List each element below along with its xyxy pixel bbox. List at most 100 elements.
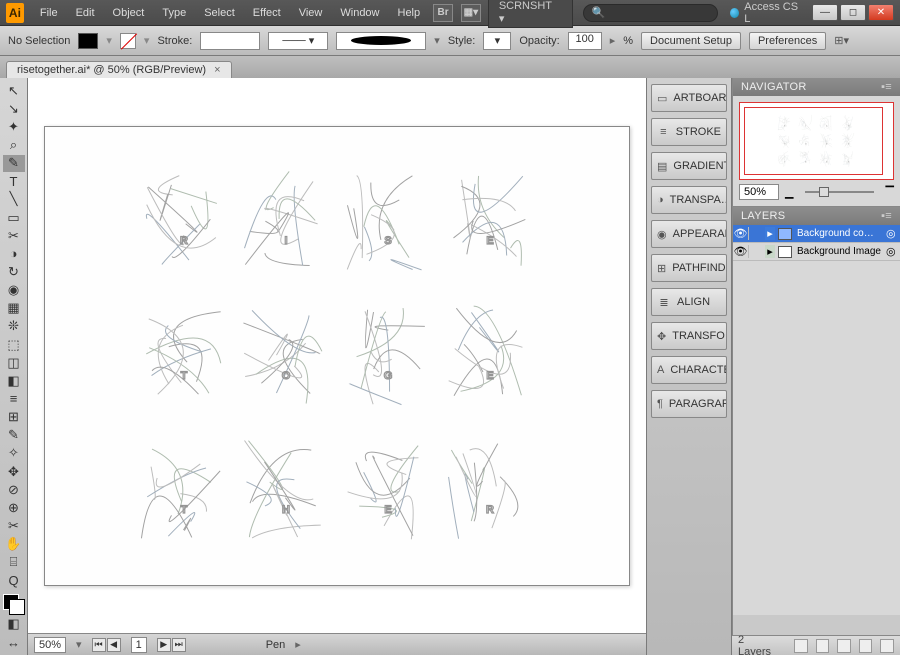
document-tab[interactable]: risetogether.ai* @ 50% (RGB/Preview) × bbox=[6, 61, 232, 78]
zoom-in-icon[interactable]: ▔ bbox=[886, 186, 894, 199]
tool-eyedropper[interactable]: ✧ bbox=[3, 445, 25, 462]
panel-button-stroke[interactable]: ≡STROKE bbox=[651, 118, 727, 146]
tool-screen-modes[interactable]: ↔ bbox=[3, 634, 25, 651]
layer-row[interactable]: 👁▸Background co…◎ bbox=[733, 225, 900, 243]
menu-type[interactable]: Type bbox=[154, 3, 194, 23]
menu-view[interactable]: View bbox=[291, 3, 331, 23]
panel-button-transfo[interactable]: ✥TRANSFO… bbox=[651, 322, 727, 350]
zoom-level-field[interactable]: 50% bbox=[34, 637, 66, 653]
stroke-weight-field[interactable] bbox=[200, 32, 260, 50]
artboard-nav[interactable]: ⏮◀ bbox=[92, 638, 121, 652]
artboard[interactable]: RISETOGETHER bbox=[44, 126, 630, 586]
tool-slice[interactable]: ✋ bbox=[3, 536, 25, 553]
menu-file[interactable]: File bbox=[32, 3, 66, 23]
make-clipping-mask-icon[interactable] bbox=[816, 639, 830, 653]
close-tab-icon[interactable]: × bbox=[214, 64, 220, 76]
layers-tab[interactable]: LAYERS bbox=[741, 210, 785, 222]
tool-rectangle[interactable]: ▭ bbox=[3, 209, 25, 226]
arrange-docs-button[interactable]: ▦▾ bbox=[461, 4, 481, 22]
tool-selection[interactable]: ↖ bbox=[3, 82, 25, 99]
fill-swatch[interactable] bbox=[78, 33, 98, 49]
workspace-switcher[interactable]: SCRNSHT ▾ bbox=[488, 0, 573, 28]
navigator-tab[interactable]: NAVIGATOR bbox=[741, 81, 807, 93]
menu-help[interactable]: Help bbox=[390, 3, 429, 23]
tool-direct-select[interactable]: ↘ bbox=[3, 100, 25, 117]
navigator-thumbnail[interactable]: RISETOGETHER bbox=[739, 102, 894, 180]
tool-color-modes[interactable]: ◧ bbox=[3, 616, 25, 633]
window-minimize[interactable]: — bbox=[812, 4, 838, 21]
menu-object[interactable]: Object bbox=[105, 3, 153, 23]
canvas-area[interactable]: RISETOGETHER 50% ▾ ⏮◀ 1 ▶⏭ Pen ▸ bbox=[28, 78, 646, 655]
tool-artboard[interactable]: ✂ bbox=[3, 517, 25, 534]
panel-icon: ≣ bbox=[657, 295, 671, 309]
tool-symbol-sprayer[interactable]: ⊘ bbox=[3, 481, 25, 498]
tool-lasso[interactable]: ⌕ bbox=[3, 136, 25, 153]
document-tab-label: risetogether.ai* @ 50% (RGB/Preview) bbox=[17, 64, 206, 76]
layer-row[interactable]: 👁▸Background Image◎ bbox=[733, 243, 900, 261]
zoom-slider[interactable] bbox=[805, 191, 873, 193]
tool-eraser[interactable]: ◉ bbox=[3, 282, 25, 299]
tool-blend[interactable]: ✥ bbox=[3, 463, 25, 480]
tool-pen[interactable]: ✎ bbox=[3, 155, 25, 172]
tool-graph[interactable]: ⊕ bbox=[3, 499, 25, 516]
tool-rotate[interactable]: ▦ bbox=[3, 300, 25, 317]
tool-paintbrush[interactable]: ✂ bbox=[3, 227, 25, 244]
menu-window[interactable]: Window bbox=[332, 3, 387, 23]
search-input[interactable]: 🔍 bbox=[583, 4, 719, 22]
visibility-icon[interactable]: 👁 bbox=[733, 227, 749, 240]
bridge-button[interactable]: Br bbox=[433, 4, 453, 22]
preferences-button[interactable]: Preferences bbox=[749, 32, 826, 50]
navigator-zoom-field[interactable]: 50% bbox=[739, 184, 779, 200]
panel-button-transpa[interactable]: ◑TRANSPA… bbox=[651, 186, 727, 214]
panel-button-appearan[interactable]: ◉APPEARAN… bbox=[651, 220, 727, 248]
tool-shape-builder[interactable]: ◧ bbox=[3, 372, 25, 389]
artboard-nav-fwd[interactable]: ▶⏭ bbox=[157, 638, 186, 652]
panel-menu-icon[interactable]: ▪≡ bbox=[881, 210, 892, 222]
tool-magic-wand[interactable]: ✦ bbox=[3, 118, 25, 135]
menu-select[interactable]: Select bbox=[196, 3, 243, 23]
panel-button-gradient[interactable]: ▤GRADIENT bbox=[651, 152, 727, 180]
menu-edit[interactable]: Edit bbox=[68, 3, 103, 23]
tool-width[interactable]: ⬚ bbox=[3, 336, 25, 353]
panel-button-artboards[interactable]: ▭ARTBOARDS bbox=[651, 84, 727, 112]
tool-zoom[interactable]: Q bbox=[3, 572, 25, 589]
graphic-style[interactable]: ▾ bbox=[483, 32, 511, 50]
tool-blob-brush[interactable]: ↻ bbox=[3, 263, 25, 280]
panel-button-align[interactable]: ≣ALIGN bbox=[651, 288, 727, 316]
visibility-icon[interactable]: 👁 bbox=[733, 245, 749, 258]
new-layer-icon[interactable] bbox=[859, 639, 873, 653]
panel-button-character[interactable]: ACHARACTER bbox=[651, 356, 727, 384]
locate-object-icon[interactable] bbox=[794, 639, 808, 653]
tool-mesh[interactable]: ⊞ bbox=[3, 409, 25, 426]
fill-stroke-swatches[interactable] bbox=[3, 594, 25, 615]
delete-layer-icon[interactable] bbox=[880, 639, 894, 653]
tool-line[interactable]: ╲ bbox=[3, 191, 25, 208]
tool-gradient[interactable]: ✎ bbox=[3, 427, 25, 444]
window-close[interactable]: ✕ bbox=[868, 4, 894, 21]
tool-pencil[interactable]: ◑ bbox=[3, 245, 25, 262]
panel-button-pathfinder[interactable]: ⊞PATHFINDER bbox=[651, 254, 727, 282]
window-maximize[interactable]: ◻ bbox=[840, 4, 866, 21]
align-options-icon[interactable]: ⊞▾ bbox=[834, 34, 849, 47]
zoom-out-icon[interactable]: ▁ bbox=[785, 186, 793, 199]
svg-text:T: T bbox=[181, 370, 188, 382]
var-width-profile[interactable]: ─── ▾ bbox=[268, 32, 328, 50]
tool-type[interactable]: T bbox=[3, 173, 25, 190]
panel-button-paragraph[interactable]: ¶PARAGRAPH bbox=[651, 390, 727, 418]
menu-effect[interactable]: Effect bbox=[245, 3, 289, 23]
brush-definition[interactable] bbox=[336, 32, 426, 50]
opacity-field[interactable]: 100 bbox=[568, 32, 602, 50]
tool-perspective[interactable]: ≡ bbox=[3, 390, 25, 407]
control-bar: No Selection ▾ ▾ Stroke: ─── ▾ ▾ Style: … bbox=[0, 26, 900, 56]
panel-menu-icon[interactable]: ▪≡ bbox=[881, 81, 892, 93]
artboard-number[interactable]: 1 bbox=[131, 637, 147, 653]
navigator-view-box[interactable] bbox=[744, 107, 883, 175]
new-sublayer-icon[interactable] bbox=[837, 639, 851, 653]
access-cs-live[interactable]: Access CS L bbox=[730, 1, 800, 25]
right-panel-column: NAVIGATOR ▪≡ RISETOGETHER 50% ▁ ▔ LAYERS ▪… bbox=[732, 78, 900, 655]
tool-free-transform[interactable]: ◫ bbox=[3, 354, 25, 371]
document-setup-button[interactable]: Document Setup bbox=[641, 32, 741, 50]
tool-hand[interactable]: ⌸ bbox=[3, 554, 25, 571]
tool-scale[interactable]: ❊ bbox=[3, 318, 25, 335]
stroke-none-swatch[interactable] bbox=[120, 33, 136, 49]
